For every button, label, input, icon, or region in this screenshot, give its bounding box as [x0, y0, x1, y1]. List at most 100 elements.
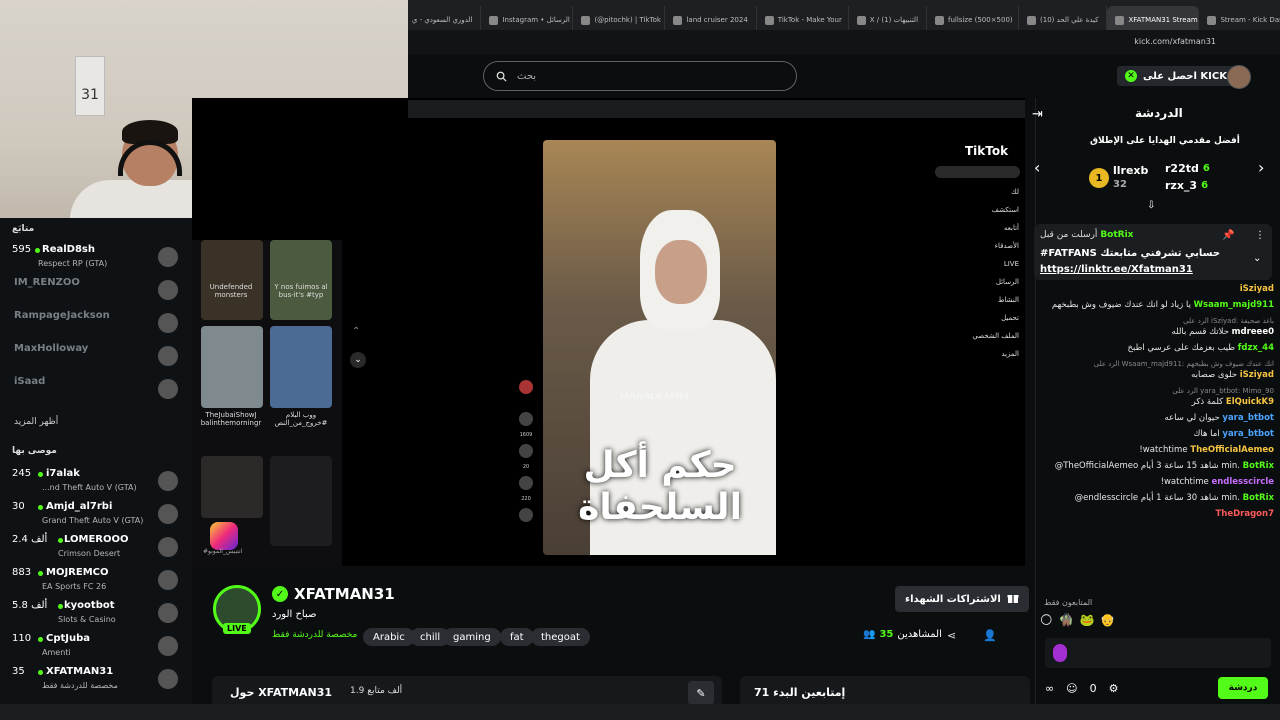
sidebar-channel[interactable]: RampageJackson [8, 308, 184, 340]
emote-icon[interactable]: 🐸 [1079, 613, 1094, 633]
chat-username[interactable]: mdreee0 [1232, 327, 1274, 337]
pinned-link[interactable]: https://linktr.ee/Xfatman31 [1040, 264, 1193, 275]
tiktok-menu-item[interactable]: تحميل [1001, 314, 1019, 322]
top-gifters-title: أفضل مقدمي الهدايا على الإطلاق [1090, 136, 1240, 146]
chat-username[interactable]: TheDragon7 [1216, 509, 1275, 519]
bookmark-icon[interactable] [519, 476, 533, 490]
stream-tag[interactable]: thegoat [531, 628, 590, 646]
heart-icon[interactable] [519, 412, 533, 426]
follow-icon[interactable]: 👤 [983, 629, 997, 642]
tab-favicon-icon [935, 15, 945, 25]
microphone-icon[interactable] [1053, 644, 1067, 662]
tiktok-menu-item[interactable]: LIVE [1004, 260, 1019, 268]
tiktok-menu-item[interactable]: النشاط [998, 296, 1019, 304]
chat-message: @TheOfficialAemeo شاهد 15 ساعة 3 أيام mi… [1038, 461, 1274, 472]
chat-username[interactable]: yara_btbot [1222, 413, 1274, 423]
send-chat-button[interactable]: دردشة [1218, 677, 1268, 699]
channel-name: kyootbot [64, 600, 115, 611]
channel-avatar [158, 346, 178, 366]
pin-icon[interactable]: 📌 [1222, 230, 1234, 241]
comment-icon[interactable] [519, 444, 533, 458]
stream-category[interactable]: مخصصة للدردشة فقط [272, 630, 357, 640]
tiktok-menu-item[interactable]: الأصدقاء [995, 242, 1019, 250]
sidebar-channel[interactable]: 595 RealD8sh Respect RP (GTA) [8, 242, 184, 274]
chevron-up-icon[interactable]: ⌃ [352, 326, 360, 337]
video-thumbnail [201, 240, 263, 320]
gifter-name: r22td [1165, 162, 1199, 175]
streamer-name[interactable]: XFATMAN31 [294, 585, 395, 603]
sidebar-channel[interactable]: IM_RENZOO [8, 275, 184, 307]
expand-gifters-icon[interactable]: ⇩ [1147, 200, 1155, 211]
pinned-by-user[interactable]: BotRix [1100, 230, 1133, 240]
channel-name: XFATMAN31 [46, 666, 114, 677]
chat-username[interactable]: ElQuickK9 [1226, 397, 1274, 407]
tab-favicon-icon [1115, 15, 1125, 25]
sidebar-channel[interactable]: 2.4 ألف LOMEROOO Crimson Desert [8, 532, 184, 564]
tab-favicon-icon [1207, 15, 1217, 25]
stream-tag[interactable]: Arabic [363, 628, 415, 646]
chat-input[interactable] [1045, 638, 1271, 668]
gifter-3[interactable]: rzx_3 6 [1165, 179, 1208, 192]
chat-username[interactable]: Wsaam_majd911 [1194, 300, 1274, 310]
chat-username[interactable]: iSziyad [1240, 284, 1274, 294]
emote-icon[interactable]: 🧌 [1059, 613, 1074, 633]
share-icon[interactable] [519, 508, 533, 522]
like-count: 1609 [519, 432, 533, 438]
sidebar-channel[interactable]: 30 Amjd_al7rbi Grand Theft Auto V (GTA) [8, 499, 184, 531]
emote-icon[interactable]: 👴 [1100, 613, 1115, 633]
more-icon[interactable]: ⋮ [1255, 230, 1265, 241]
subscribe-gift-button[interactable]: الاشتراكات الشهداء [895, 586, 1029, 612]
sidebar-channel[interactable]: 35 XFATMAN31 مخصصة للدردشة فقط [8, 664, 184, 696]
instagram-icon [210, 522, 238, 550]
gifter-1[interactable]: llrexb [1113, 164, 1148, 177]
sidebar-channel[interactable]: 110 CptJuba Amenti [8, 631, 184, 663]
chat-username[interactable]: yara_btbot [1222, 429, 1274, 439]
url-text[interactable]: kick.com/xfatman31 [1134, 37, 1216, 46]
tiktok-menu-item[interactable]: الملف الشخصي [972, 332, 1019, 340]
chevron-down-icon[interactable]: ⌄ [350, 352, 366, 368]
viewer-count: 30 [12, 501, 25, 512]
gifter-name: llrexb [1113, 164, 1149, 177]
sidebar-channel[interactable]: 245 i7alak ...nd Theft Auto V (GTA) [8, 466, 184, 498]
chat-message: حيوان لي ساعه yara_btbot [1038, 413, 1274, 424]
chevron-down-icon[interactable]: ⌄ [1253, 253, 1261, 264]
creator-avatar-icon[interactable] [519, 380, 533, 394]
stream-tag[interactable]: gaming [443, 628, 501, 646]
sidebar-channel[interactable]: 5.8 ألف kyootbot Slots & Casino [8, 598, 184, 630]
chat-username[interactable]: iSziyad [1240, 370, 1274, 380]
chat-username[interactable]: BotRix [1243, 493, 1274, 503]
sidebar-channel[interactable]: iSaad [8, 374, 184, 406]
edit-icon[interactable]: ✎ [688, 681, 714, 705]
video-thumbnail [201, 326, 263, 408]
emote-icon[interactable]: 🌕 [1040, 613, 1053, 633]
chat-username[interactable]: fdzx_44 [1238, 343, 1274, 353]
sidebar-channel[interactable]: MaxHolloway [8, 341, 184, 373]
tiktok-menu-item[interactable]: أتابعه [1004, 224, 1019, 232]
stream-tag[interactable]: fat [500, 628, 534, 646]
chevron-left-icon[interactable]: ‹ [1034, 158, 1040, 177]
link-icon[interactable]: ∞ [1045, 682, 1054, 695]
chevron-right-icon[interactable]: › [1258, 158, 1264, 177]
sidebar-channel[interactable]: 883 MOJREMCO EA Sports FC 26 [8, 565, 184, 597]
chat-username[interactable]: endlesscircle [1211, 477, 1274, 487]
tiktok-menu-item[interactable]: الرسائل [996, 278, 1019, 286]
tiktok-menu-item[interactable]: استكشف [992, 206, 1019, 214]
share-icon[interactable]: ⋖ [947, 629, 956, 642]
emote-picker-icon[interactable]: ☺ [1066, 682, 1077, 695]
chat-username[interactable]: TheOfficialAemeo [1190, 445, 1274, 455]
tab-label: fullsize (500×500) [948, 16, 1013, 24]
chat-username[interactable]: BotRix [1243, 461, 1274, 471]
channel-category: Slots & Casino [58, 615, 116, 624]
user-avatar[interactable] [1227, 65, 1251, 89]
show-more-link[interactable]: أظهر المزيد [14, 417, 58, 427]
get-kicks-button[interactable]: ✕ احصل على KICKs [1117, 66, 1241, 86]
search-input[interactable]: بحث [483, 61, 797, 91]
video-person-face [655, 240, 707, 304]
tiktok-menu-item[interactable]: لك [1011, 188, 1019, 196]
message-text: كلمة ذكر [1191, 397, 1224, 407]
gifter-2[interactable]: r22td 6 [1165, 162, 1210, 175]
channel-name: MaxHolloway [14, 343, 89, 354]
comment-count: 20 [522, 464, 530, 470]
settings-icon[interactable]: ⚙ [1109, 682, 1119, 695]
chat-collapse-icon[interactable]: ⇥ [1032, 107, 1043, 122]
